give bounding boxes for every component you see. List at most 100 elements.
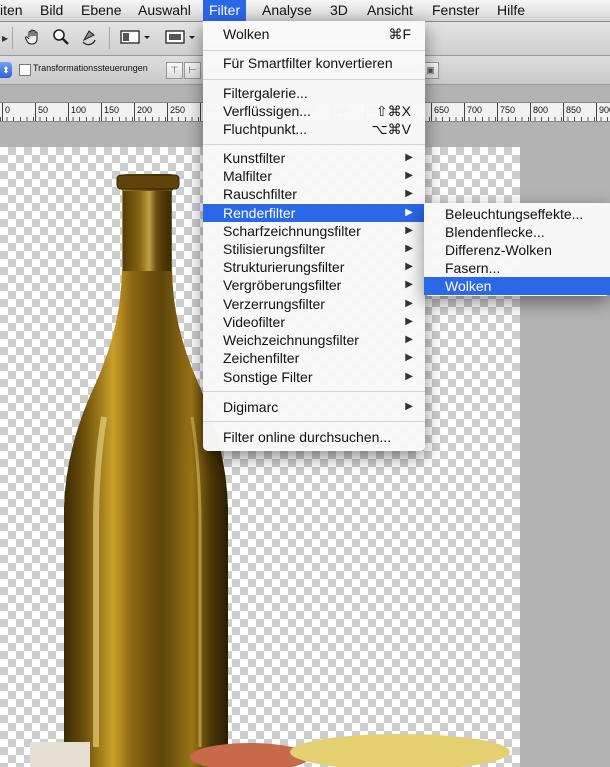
stilisierungsfilter-label: Stilisierungsfilter (223, 241, 325, 257)
ruler-label: 50 (38, 105, 49, 115)
toolbar-divider (12, 27, 13, 49)
ruler-label: 150 (104, 105, 120, 115)
menu-item-wolken[interactable]: Wolken (424, 277, 610, 295)
vanishing-point-shortcut: ⌥⌘V (371, 121, 411, 137)
submenu-arrow-icon: ▶ (405, 152, 413, 163)
ruler-tick (530, 103, 531, 121)
submenu-arrow-icon: ▶ (405, 371, 413, 382)
submenu-arrow-icon: ▶ (405, 279, 413, 290)
submenu-arrow-icon: ▶ (405, 207, 413, 218)
ruler-tick (200, 103, 201, 121)
menu-item-strukturierungsfilter[interactable]: Strukturierungsfilter ▶ (203, 258, 425, 276)
menu-item-vanishing-point[interactable]: Fluchtpunkt... ⌥⌘V (203, 120, 425, 138)
menu-item-sonstige-filter[interactable]: Sonstige Filter ▶ (203, 368, 425, 386)
menu-item-beleuchtungseffekte[interactable]: Beleuchtungseffekte... (424, 205, 610, 223)
menu-bild[interactable]: Bild (34, 0, 69, 21)
menu-item-liquify[interactable]: Verflüssigen... ⇧⌘X (203, 102, 425, 120)
blendenflecke-label: Blendenflecke... (445, 224, 545, 240)
ruler-label: 100 (71, 105, 87, 115)
ruler-tick (167, 103, 168, 121)
strukturierungsfilter-label: Strukturierungsfilter (223, 259, 345, 275)
screen-mode-icon[interactable] (163, 28, 199, 48)
filter-menu: Wolken ⌘F Für Smartfilter konvertieren F… (203, 21, 425, 451)
menu-item-kunstfilter[interactable]: Kunstfilter ▶ (203, 149, 425, 167)
menu-item-videofilter[interactable]: Videofilter ▶ (203, 313, 425, 331)
submenu-arrow-icon: ▶ (405, 225, 413, 236)
menu-item-differenz-wolken[interactable]: Differenz-Wolken (424, 241, 610, 259)
liquify-shortcut: ⇧⌘X (375, 103, 411, 119)
menu-ansicht[interactable]: Ansicht (361, 0, 419, 21)
submenu-arrow-icon: ▶ (405, 352, 413, 363)
ruler-tick (134, 103, 135, 121)
ruler-label: 0 (5, 105, 11, 115)
menu-bar: iten Bild Ebene Auswahl Filter Analyse 3… (0, 0, 610, 22)
menu-item-verzerrungsfilter[interactable]: Verzerrungsfilter ▶ (203, 295, 425, 313)
wolken-label: Wolken (445, 278, 492, 294)
ruler-tick (431, 103, 432, 121)
align-top-icon[interactable]: ⊤ (166, 62, 183, 79)
stepper-arrows-icon[interactable]: ⬍ (0, 62, 12, 78)
menu-separator (203, 421, 425, 422)
menu-analyse[interactable]: Analyse (256, 0, 318, 21)
align-middle-icon[interactable]: ⊢ (184, 62, 201, 79)
menu-separator (203, 79, 425, 80)
menu-item-smart-filter[interactable]: Für Smartfilter konvertieren (203, 54, 425, 72)
submenu-arrow-icon: ▶ (405, 261, 413, 272)
arrange-documents-icon[interactable] (118, 28, 154, 48)
menu-3d[interactable]: 3D (324, 0, 354, 21)
renderfilter-submenu: Beleuchtungseffekte... Blendenflecke... … (424, 203, 610, 296)
browse-online-label: Filter online durchsuchen... (223, 429, 392, 445)
menu-item-fasern[interactable]: Fasern... (424, 259, 610, 277)
ruler-tick (563, 103, 564, 121)
zoom-icon[interactable] (50, 28, 72, 48)
menu-separator (203, 144, 425, 145)
liquify-label: Verflüssigen... (223, 103, 311, 119)
ruler-label: 250 (170, 105, 186, 115)
filter-gallery-label: Filtergalerie... (223, 85, 308, 101)
menu-filter[interactable]: Filter (203, 0, 247, 21)
ruler-tick (596, 103, 597, 121)
last-filter-label: Wolken (223, 26, 270, 42)
menu-item-scharfzeichnungsfilter[interactable]: Scharfzeichnungsfilter ▶ (203, 222, 425, 240)
submenu-arrow-icon: ▶ (405, 170, 413, 181)
menu-fenster[interactable]: Fenster (426, 0, 485, 21)
menu-item-vergroeberungsfilter[interactable]: Vergröberungsfilter ▶ (203, 276, 425, 294)
transform-controls-checkbox[interactable] (19, 64, 31, 76)
menu-item-weichzeichnungsfilter[interactable]: Weichzeichnungsfilter ▶ (203, 331, 425, 349)
menu-item-digimarc[interactable]: Digimarc ▶ (203, 398, 425, 416)
kunstfilter-label: Kunstfilter (223, 150, 286, 166)
ruler-tick (497, 103, 498, 121)
menu-item-stilisierungsfilter[interactable]: Stilisierungsfilter ▶ (203, 240, 425, 258)
ruler-tick (101, 103, 102, 121)
menu-item-rauschfilter[interactable]: Rauschfilter ▶ (203, 185, 425, 203)
menu-item-blendenflecke[interactable]: Blendenflecke... (424, 223, 610, 241)
hand-icon[interactable] (22, 28, 44, 48)
ruler-label: 900 (599, 105, 610, 115)
videofilter-label: Videofilter (223, 314, 286, 330)
ruler-label: 750 (500, 105, 516, 115)
rotate-view-icon[interactable] (78, 28, 100, 48)
submenu-arrow-icon: ▶ (405, 316, 413, 327)
rauschfilter-label: Rauschfilter (223, 186, 297, 202)
ruler-label: 700 (467, 105, 483, 115)
malfilter-label: Malfilter (223, 168, 273, 184)
ruler-label: 650 (434, 105, 450, 115)
menu-item-renderfilter[interactable]: Renderfilter ▶ (203, 204, 425, 222)
menu-item-filter-gallery[interactable]: Filtergalerie... (203, 84, 425, 102)
menu-hilfe[interactable]: Hilfe (491, 0, 531, 21)
menu-ebene[interactable]: Ebene (75, 0, 127, 21)
ruler-tick (35, 103, 36, 121)
scharfzeichnungsfilter-label: Scharfzeichnungsfilter (223, 223, 361, 239)
menu-item-last-filter[interactable]: Wolken ⌘F (203, 25, 425, 43)
menu-bearbeiten[interactable]: iten (0, 0, 29, 21)
ruler-tick (2, 103, 3, 121)
menu-separator (203, 50, 425, 51)
menu-separator (203, 391, 425, 392)
menu-auswahl[interactable]: Auswahl (132, 0, 197, 21)
sonstige-filter-label: Sonstige Filter (223, 369, 313, 385)
submenu-arrow-icon: ▶ (405, 401, 413, 412)
vanishing-point-label: Fluchtpunkt... (223, 121, 308, 137)
menu-item-malfilter[interactable]: Malfilter ▶ (203, 167, 425, 185)
menu-item-zeichenfilter[interactable]: Zeichenfilter ▶ (203, 349, 425, 367)
menu-item-browse-online[interactable]: Filter online durchsuchen... (203, 428, 425, 446)
